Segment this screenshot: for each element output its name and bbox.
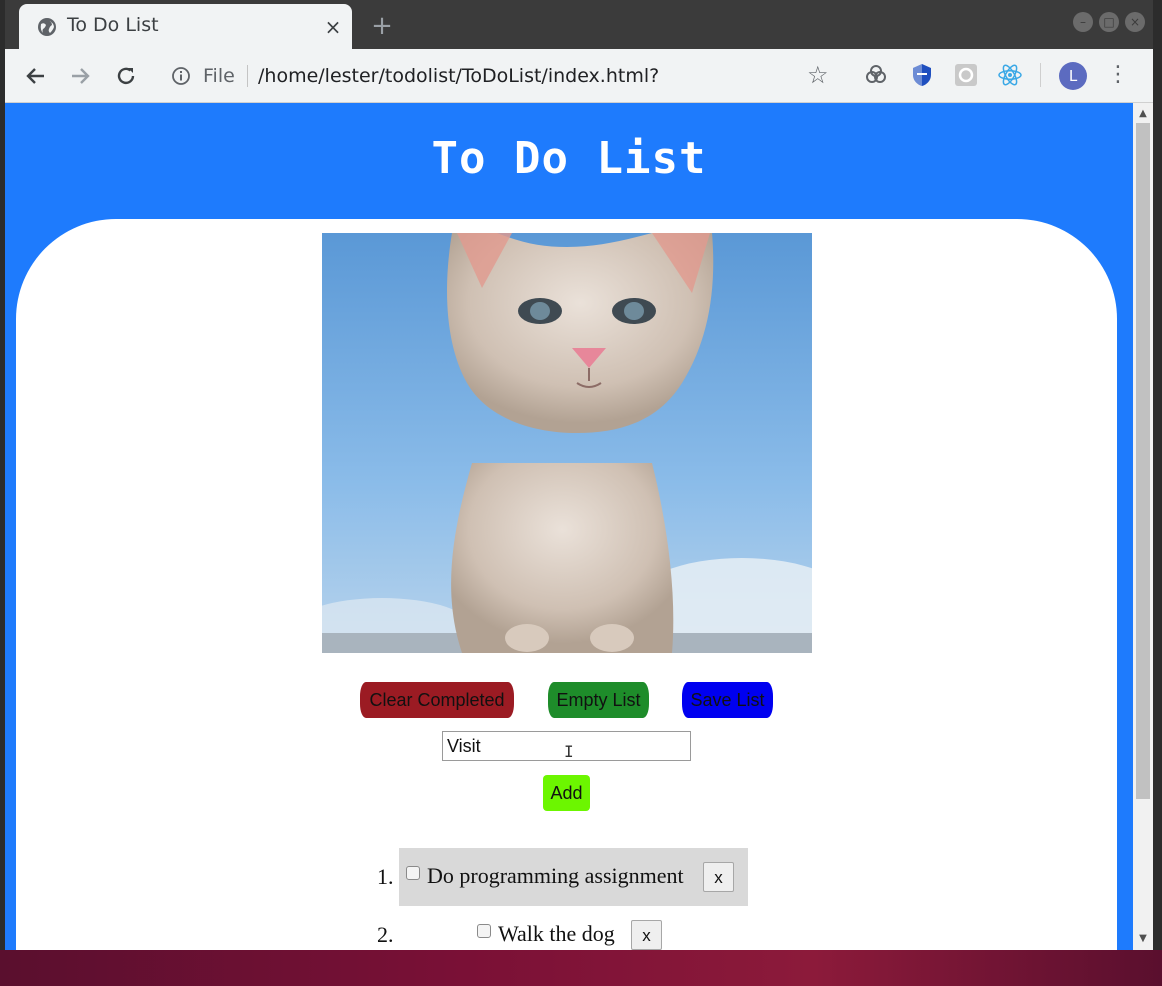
react-icon[interactable] (997, 62, 1023, 88)
browser-tab[interactable]: To Do List × (19, 4, 352, 49)
delete-button[interactable]: x (631, 920, 662, 950)
scroll-up-icon[interactable]: ▲ (1133, 105, 1153, 123)
address-divider (247, 65, 248, 87)
minimize-icon: – (1080, 15, 1086, 29)
tab-close-icon[interactable]: × (322, 16, 344, 38)
todo-checkbox[interactable] (406, 866, 420, 880)
vertical-scrollbar[interactable]: ▲ ▼ (1133, 103, 1153, 950)
minimize-button[interactable]: – (1073, 12, 1093, 32)
url-text[interactable]: /home/lester/todolist/ToDoList/index.htm… (258, 65, 659, 87)
clear-completed-button[interactable]: Clear Completed (360, 682, 514, 718)
window-controls: – □ × (1067, 12, 1145, 34)
list-item: 2. Walk the dog x (16, 906, 1117, 950)
kitten-image (322, 233, 812, 653)
scheme-label: File (203, 65, 235, 87)
toolbar-divider (1040, 63, 1041, 87)
reload-icon (117, 67, 135, 85)
completed-item-box: Do programming assignment x (399, 848, 748, 906)
maximize-icon: □ (1103, 15, 1115, 29)
action-buttons: Clear Completed Empty List Save List (16, 682, 1117, 718)
item-box: Walk the dog x (471, 906, 691, 950)
close-window-button[interactable]: × (1125, 12, 1145, 32)
list-item: 1. Do programming assignment x (16, 848, 1117, 906)
back-button[interactable] (21, 61, 51, 91)
browser-window: To Do List × + – □ × File /home/lester/t… (5, 0, 1153, 950)
extension-icon-1[interactable] (863, 62, 889, 88)
address-bar[interactable]: File /home/lester/todolist/ToDoList/inde… (157, 57, 857, 95)
todo-checkbox[interactable] (477, 924, 491, 938)
todo-text: Walk the dog (498, 921, 615, 946)
item-number: 1. (377, 864, 394, 889)
star-icon[interactable]: ☆ (807, 61, 829, 89)
gear-extension-icon[interactable] (953, 62, 979, 88)
save-list-button[interactable]: Save List (682, 682, 773, 718)
item-number: 2. (377, 922, 394, 947)
back-arrow-icon (26, 68, 44, 84)
page-title: To Do List (431, 133, 707, 184)
page-viewport: To Do List Clear Completed Empty List Sa… (5, 103, 1133, 950)
tab-strip: To Do List × + – □ × (5, 0, 1153, 49)
maximize-button[interactable]: □ (1099, 12, 1119, 32)
tab-title: To Do List (67, 14, 159, 36)
empty-list-button[interactable]: Empty List (548, 682, 649, 718)
forward-button[interactable] (65, 61, 95, 91)
content-card: Clear Completed Empty List Save List I A… (16, 219, 1117, 950)
reload-button[interactable] (111, 61, 141, 91)
scroll-thumb[interactable] (1136, 123, 1150, 799)
add-button[interactable]: Add (543, 775, 590, 811)
new-tab-button[interactable]: + (368, 12, 396, 40)
scroll-down-icon[interactable]: ▼ (1133, 930, 1153, 948)
profile-avatar[interactable]: L (1059, 62, 1087, 90)
todo-text: Do programming assignment (427, 863, 684, 888)
close-icon: × (1129, 15, 1141, 29)
shield-icon[interactable] (909, 62, 935, 88)
text-cursor-icon: I (564, 742, 574, 761)
globe-icon (38, 18, 56, 36)
info-icon[interactable] (171, 66, 191, 86)
delete-button[interactable]: x (703, 862, 734, 892)
browser-toolbar: File /home/lester/todolist/ToDoList/inde… (5, 49, 1153, 103)
more-vert-icon[interactable]: ⋮ (1107, 60, 1129, 90)
forward-arrow-icon (72, 68, 90, 84)
desktop-wallpaper (0, 950, 1162, 986)
